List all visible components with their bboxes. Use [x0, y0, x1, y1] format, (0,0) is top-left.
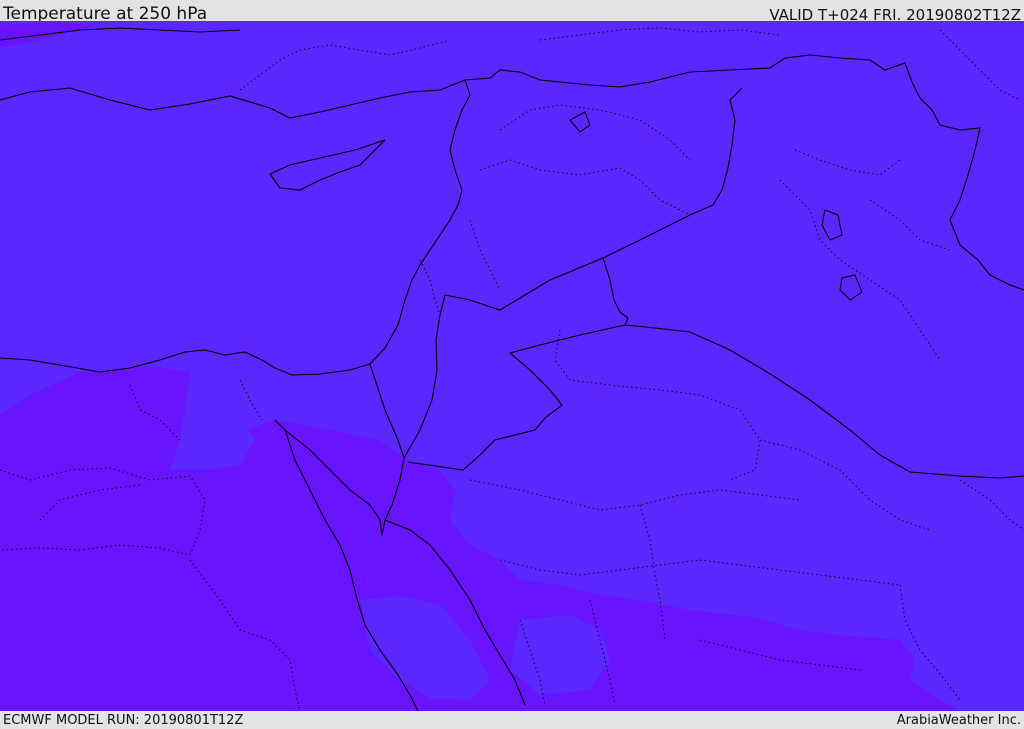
credit-label: ArabiaWeather Inc. — [896, 713, 1021, 728]
model-run-label: ECMWF MODEL RUN: 20190801T12Z — [3, 713, 244, 728]
footer-bar: ECMWF MODEL RUN: 20190801T12Z ArabiaWeat… — [0, 711, 1024, 729]
temperature-map — [0, 21, 1024, 711]
header-bar: Temperature at 250 hPa VALID T+024 FRI. … — [0, 0, 1024, 24]
